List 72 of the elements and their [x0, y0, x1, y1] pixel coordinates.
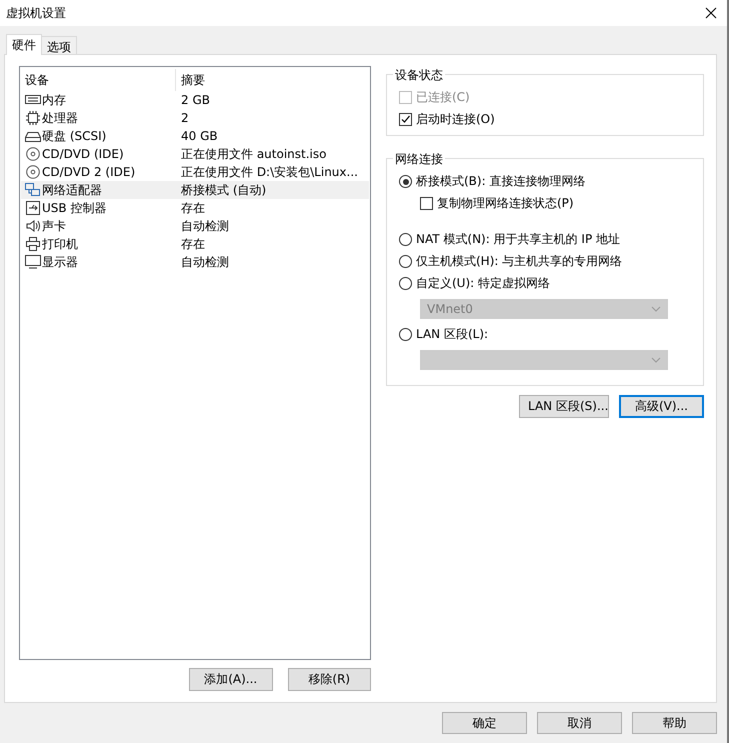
- device-icon: [25, 255, 41, 269]
- chevron-icon: [651, 306, 661, 312]
- device-summary: 存在: [180, 236, 206, 252]
- dialog-button[interactable]: LAN 区段(S)...: [519, 395, 609, 418]
- device-row[interactable]: CD/DVD (IDE) 正在使用文件 autoinst.iso: [21, 145, 369, 163]
- chevron-icon: [651, 357, 661, 363]
- device-icon: [25, 165, 41, 179]
- device-row[interactable]: 打印机 存在: [21, 235, 369, 253]
- device-name: 声卡: [42, 218, 66, 234]
- device-name: 网络适配器: [42, 182, 102, 198]
- device-icon: [25, 93, 41, 107]
- device-icon: [25, 237, 41, 251]
- radio-button[interactable]: [399, 328, 412, 341]
- device-name: 内存: [42, 92, 66, 108]
- device-summary: 桥接模式 (自动): [180, 182, 268, 198]
- device-name: USB 控制器: [42, 200, 106, 216]
- dialog-button[interactable]: 取消: [537, 712, 622, 734]
- device-summary: 2 GB: [180, 93, 211, 107]
- device-name: 打印机: [42, 236, 78, 252]
- radio-label: NAT 模式(N): 用于共享主机的 IP 地址: [416, 231, 620, 248]
- device-row[interactable]: 内存 2 GB: [21, 91, 369, 109]
- device-icon: [25, 129, 41, 143]
- dialog-button[interactable]: 确定: [442, 712, 527, 734]
- checkbox-label: 复制物理网络连接状态(P): [437, 195, 574, 212]
- device-summary: 自动检测: [180, 218, 230, 234]
- column-header[interactable]: 摘要: [176, 69, 369, 91]
- checkbox-label: 启动时连接(O): [416, 111, 495, 128]
- device-summary: 自动检测: [180, 254, 230, 270]
- radio-button[interactable]: [399, 233, 412, 246]
- column-header[interactable]: 设备: [21, 69, 176, 91]
- radio-button[interactable]: [399, 277, 412, 290]
- device-icon: [25, 111, 41, 125]
- close-icon[interactable]: [705, 7, 717, 19]
- radio-label: 自定义(U): 特定虚拟网络: [416, 275, 550, 292]
- radio-label: 仅主机模式(H): 与主机共享的专用网络: [416, 253, 622, 270]
- device-name: 处理器: [42, 110, 78, 126]
- device-name: CD/DVD 2 (IDE): [42, 165, 136, 179]
- device-row[interactable]: 硬盘 (SCSI) 40 GB: [21, 127, 369, 145]
- device-icon: [25, 219, 41, 233]
- checkbox-label: 已连接(C): [416, 89, 470, 106]
- device-summary: 正在使用文件 D:\安装包\Linux...: [180, 164, 359, 180]
- device-row[interactable]: CD/DVD 2 (IDE) 正在使用文件 D:\安装包\Linux...: [21, 163, 369, 181]
- dialog-button[interactable]: 添加(A)...: [189, 668, 272, 691]
- radio-button[interactable]: [399, 175, 412, 188]
- device-summary: 存在: [180, 200, 206, 216]
- device-row[interactable]: 处理器 2: [21, 109, 369, 127]
- device-summary: 40 GB: [180, 129, 219, 143]
- radio-label: 桥接模式(B): 直接连接物理网络: [416, 173, 586, 190]
- checkbox[interactable]: [420, 197, 433, 210]
- checkbox[interactable]: [399, 113, 412, 126]
- device-name: 显示器: [42, 254, 78, 270]
- dialog-button[interactable]: 高级(V)...: [619, 395, 704, 418]
- dialog-button[interactable]: 帮助: [632, 712, 717, 734]
- device-summary: 2: [180, 111, 190, 125]
- device-summary: 正在使用文件 autoinst.iso: [180, 146, 328, 162]
- device-row[interactable]: 网络适配器 桥接模式 (自动): [21, 181, 369, 199]
- device-name: CD/DVD (IDE): [42, 147, 124, 161]
- tab[interactable]: 硬件: [6, 34, 42, 55]
- window-title: 虚拟机设置: [6, 4, 66, 22]
- device-row[interactable]: USB 控制器 存在: [21, 199, 369, 217]
- device-name: 硬盘 (SCSI): [42, 128, 106, 144]
- radio-button[interactable]: [399, 255, 412, 268]
- device-row[interactable]: 显示器 自动检测: [21, 253, 369, 271]
- device-icon: [25, 201, 41, 215]
- device-icon: [25, 183, 41, 197]
- radio-label: LAN 区段(L):: [416, 326, 488, 343]
- tab[interactable]: 选项: [41, 36, 77, 54]
- dialog-button[interactable]: 移除(R): [288, 668, 371, 691]
- group-title: 设备状态: [393, 67, 445, 84]
- device-row[interactable]: 声卡 自动检测: [21, 217, 369, 235]
- group-title: 网络连接: [393, 151, 445, 168]
- device-icon: [25, 147, 41, 161]
